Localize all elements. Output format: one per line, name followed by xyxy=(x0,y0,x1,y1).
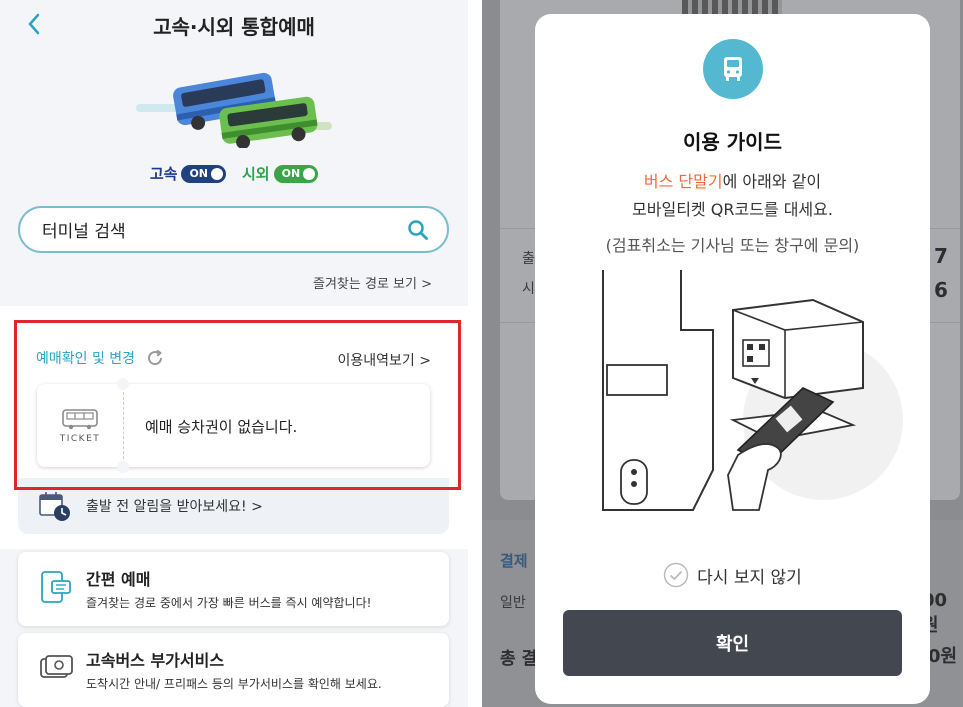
express-switch-state: ON xyxy=(189,167,208,180)
confirm-button[interactable]: 확인 xyxy=(563,610,902,676)
screenshot-root: 고속·시외 통합예매 고속 ON 시외 ON 터미널 검색 즐겨찾는 경로 보기… xyxy=(0,0,963,707)
express-extra-service-card[interactable]: 고속버스 부가서비스 도착시간 안내/ 프리패스 등의 부가서비스를 확인해 보… xyxy=(18,633,449,707)
express-switch[interactable]: ON xyxy=(181,164,226,183)
calendar-clock-icon xyxy=(39,492,70,521)
dont-show-again-checkbox[interactable]: 다시 보지 않기 xyxy=(535,562,930,588)
total-value: 0원 xyxy=(928,646,958,667)
service-title: 간편 예매 xyxy=(86,570,151,589)
service-title: 고속버스 부가서비스 xyxy=(86,651,225,670)
background-row-value: 7 xyxy=(934,244,948,268)
background-row-value: 6 xyxy=(934,278,948,302)
modal-instruction-line1: 버스 단말기에 아래와 같이 xyxy=(535,168,930,192)
mobile-ticket-icon xyxy=(41,571,71,603)
highlight-box xyxy=(14,320,461,490)
search-icon[interactable] xyxy=(407,219,429,241)
fare-label: 일반 xyxy=(500,595,526,611)
terminal-search-input[interactable]: 터미널 검색 xyxy=(18,206,449,253)
favorite-routes-link[interactable]: 즐겨찾는 경로 보기 > xyxy=(313,273,432,292)
quick-booking-card[interactable]: 간편 예매 즐겨찾는 경로 중에서 가장 빠른 버스를 즉시 예약합니다! xyxy=(18,552,449,626)
search-placeholder: 터미널 검색 xyxy=(42,222,126,242)
instruction-text: 에 아래와 같이 xyxy=(722,172,822,191)
background-row-label: 시 xyxy=(522,281,535,297)
modal-instruction-line2: 모바일티켓 QR코드를 대세요. xyxy=(632,200,833,219)
service-description: 도착시간 안내/ 프리패스 등의 부가서비스를 확인해 보세요. xyxy=(86,677,382,691)
switch-knob xyxy=(303,167,316,180)
service-description: 즐겨찾는 경로 중에서 가장 빠른 버스를 즉시 예약합니다! xyxy=(86,596,372,610)
usage-guide-modal: 이용 가이드 버스 단말기에 아래와 같이 모바일티켓 QR코드를 대세요. (… xyxy=(535,14,930,704)
check-circle-icon[interactable] xyxy=(663,562,689,588)
panel-gap xyxy=(468,0,482,707)
intercity-label: 시외 xyxy=(242,165,270,183)
qr-scan-illustration-icon xyxy=(602,270,903,511)
terminal-highlight: 버스 단말기 xyxy=(643,172,723,191)
express-label: 고속 xyxy=(149,165,178,183)
bus-illustration-icon xyxy=(136,72,332,148)
alert-text: 출발 전 알림을 받아보세요! > xyxy=(86,499,263,515)
intercity-toggle[interactable]: 시외 ON xyxy=(242,163,319,184)
payment-section-label: 결제 xyxy=(500,552,528,570)
top-area xyxy=(0,0,468,300)
modal-instruction-note: (검표취소는 기사님 또는 창구에 문의) xyxy=(605,236,860,255)
bus-icon xyxy=(703,39,763,99)
intercity-switch[interactable]: ON xyxy=(273,164,319,183)
express-toggle[interactable]: 고속 ON xyxy=(150,163,226,184)
dont-show-label: 다시 보지 않기 xyxy=(697,567,802,588)
switch-knob xyxy=(211,167,223,180)
left-screen: 고속·시외 통합예매 고속 ON 시외 ON 터미널 검색 즐겨찾는 경로 보기… xyxy=(0,0,468,707)
service-toggles: 고속 ON 시외 ON xyxy=(0,163,468,184)
card-service-icon xyxy=(40,655,73,678)
total-label: 총 결 xyxy=(500,649,538,669)
intercity-switch-state: ON xyxy=(281,167,301,180)
background-qr-code xyxy=(682,0,782,14)
page-title: 고속·시외 통합예매 xyxy=(153,15,315,39)
background-row-label: 출 xyxy=(522,251,535,267)
modal-title: 이용 가이드 xyxy=(683,130,782,154)
